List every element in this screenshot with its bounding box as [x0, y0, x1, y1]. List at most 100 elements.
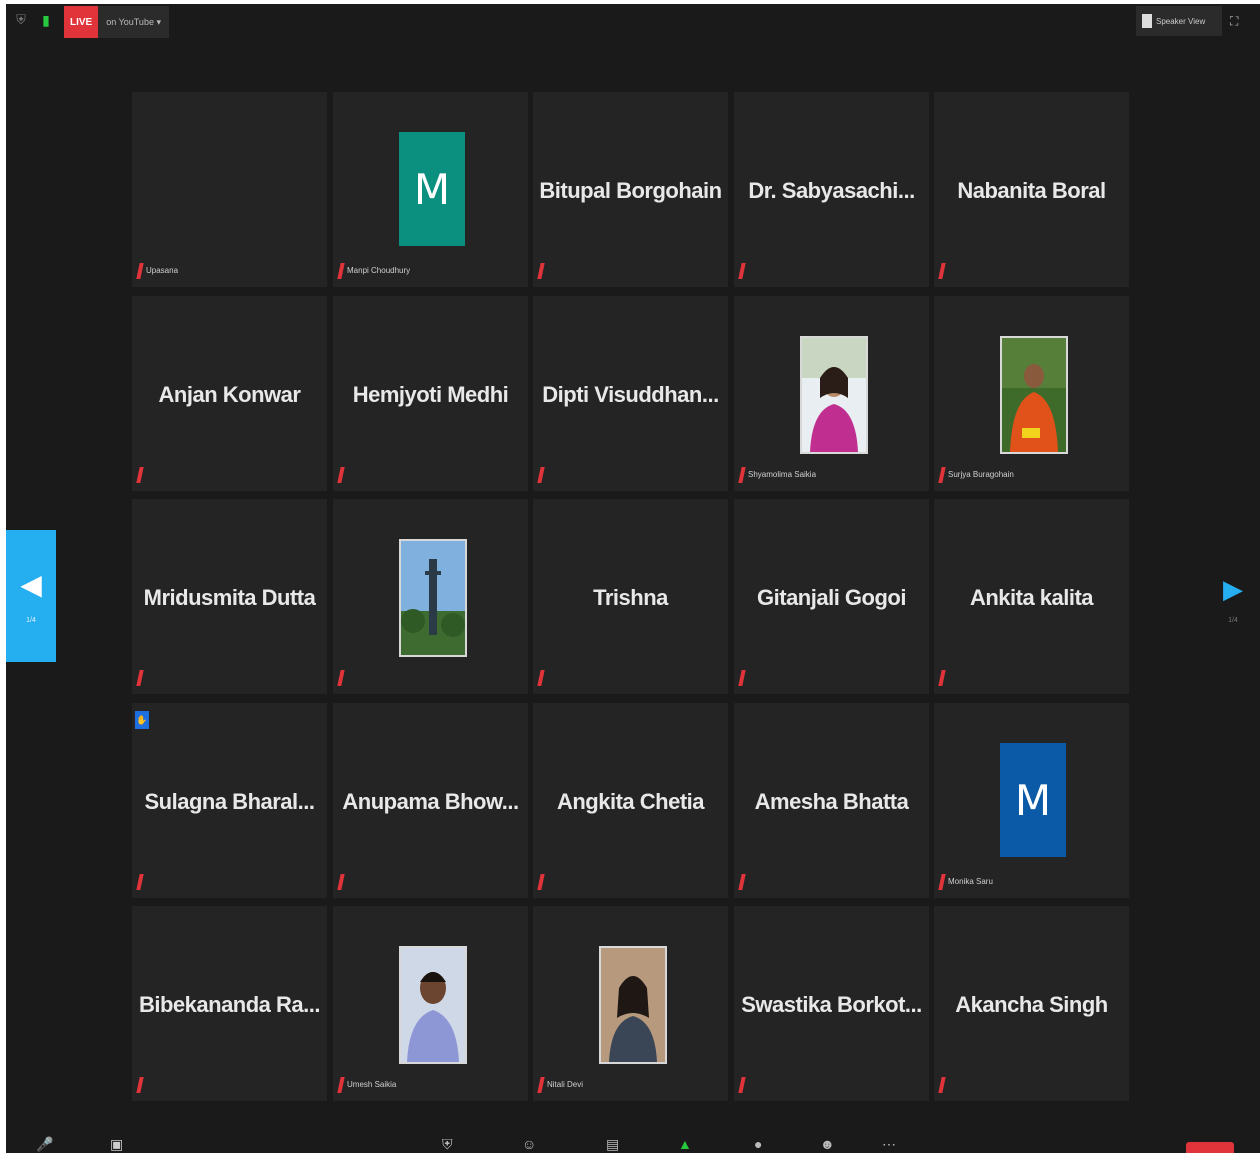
- participant-tile[interactable]: M Manpi Choudhury: [333, 92, 528, 287]
- previous-page-indicator: 1/4: [26, 617, 36, 624]
- participant-name: Bitupal Borgohain: [539, 178, 722, 203]
- top-bar: ⛨ ▮ LIVE on YouTube ▾ Speaker View ⛶: [6, 4, 1260, 42]
- live-stream-indicator[interactable]: LIVE on YouTube ▾: [64, 6, 169, 38]
- chat-icon[interactable]: ▤: [606, 1136, 619, 1153]
- avatar: M: [1000, 743, 1066, 857]
- participant-name: Sulagna Bharal...: [144, 789, 316, 814]
- speaker-view-button[interactable]: Speaker View: [1136, 6, 1222, 36]
- participant-tile[interactable]: Hemjyoti Medhi: [333, 296, 528, 491]
- muted-microphone-icon: [136, 467, 144, 483]
- participant-tile[interactable]: Swastika Borkot...: [734, 906, 929, 1101]
- reactions-icon[interactable]: ☻: [820, 1136, 835, 1152]
- connection-status-icon[interactable]: ▮: [38, 10, 54, 30]
- participant-name: Hemjyoti Medhi: [352, 382, 509, 407]
- participant-name: Ankita kalita: [969, 585, 1094, 610]
- security-icon[interactable]: ⛨: [442, 1136, 453, 1153]
- muted-microphone-icon: [537, 1077, 545, 1093]
- participant-name: Nabanita Boral: [957, 178, 1106, 203]
- profile-photo: [399, 946, 467, 1064]
- muted-microphone-icon: [938, 670, 946, 686]
- muted-microphone-icon: [738, 874, 746, 890]
- gallery-grid: Upasana M Manpi Choudhury Bitupal Borgohain…: [132, 92, 1130, 1102]
- participant-tile[interactable]: Shyamolima Saikia: [734, 296, 929, 491]
- participant-tile[interactable]: Surjya Buragohain: [934, 296, 1129, 491]
- raised-hand-icon: ✋: [135, 711, 149, 729]
- chevron-right-icon: ▶: [1223, 574, 1243, 604]
- video-camera-icon[interactable]: ▣: [110, 1136, 123, 1153]
- previous-page-button[interactable]: ◀ 1/4: [6, 530, 56, 662]
- muted-microphone-icon: [738, 467, 746, 483]
- muted-microphone-icon: [337, 1077, 345, 1093]
- participant-name: Angkita Chetia: [556, 789, 705, 814]
- participant-name: Dipti Visuddhan...: [542, 382, 719, 407]
- muted-microphone-icon: [938, 1077, 946, 1093]
- participants-icon[interactable]: ☺: [522, 1136, 536, 1152]
- participant-tile[interactable]: Bibekananda Ra...: [132, 906, 327, 1101]
- muted-microphone-icon: [938, 874, 946, 890]
- muted-microphone-icon: [537, 467, 545, 483]
- muted-microphone-icon: [738, 1077, 746, 1093]
- participant-name: Dr. Sabyasachi...: [748, 178, 915, 203]
- participant-name: Trishna: [593, 585, 668, 610]
- chevron-left-icon: ◀: [20, 569, 42, 600]
- avatar: M: [399, 132, 465, 246]
- end-meeting-button[interactable]: [1186, 1142, 1234, 1153]
- participant-tile[interactable]: Bitupal Borgohain: [533, 92, 728, 287]
- live-badge: LIVE: [64, 6, 99, 38]
- speaker-view-label: Speaker View: [1156, 16, 1206, 26]
- muted-microphone-icon: [136, 670, 144, 686]
- zoom-meeting-window: ⛨ ▮ LIVE on YouTube ▾ Speaker View ⛶ ◀ 1…: [6, 4, 1260, 1153]
- participant-tile[interactable]: Umesh Saikia: [333, 906, 528, 1101]
- participant-tile[interactable]: [333, 499, 528, 694]
- participant-name: Bibekananda Ra...: [138, 992, 321, 1017]
- participant-tile[interactable]: Sulagna Bharal... ✋: [132, 703, 327, 898]
- fullscreen-icon[interactable]: ⛶: [1230, 14, 1244, 28]
- muted-microphone-icon: [738, 670, 746, 686]
- muted-microphone-icon: [136, 1077, 144, 1093]
- participant-tile[interactable]: Trishna: [533, 499, 728, 694]
- mute-microphone-icon[interactable]: 🎤: [36, 1136, 53, 1153]
- participant-label: Upasana: [146, 266, 179, 275]
- participant-label: Monika Saru: [948, 877, 993, 886]
- participant-name: Anupama Bhow...: [342, 789, 519, 814]
- participant-tile[interactable]: Anupama Bhow...: [333, 703, 528, 898]
- muted-microphone-icon: [537, 874, 545, 890]
- muted-microphone-icon: [938, 263, 946, 279]
- participant-tile[interactable]: Nitali Devi: [533, 906, 728, 1101]
- live-stream-label: on YouTube ▾: [106, 16, 161, 27]
- shield-icon[interactable]: ⛨: [14, 12, 28, 28]
- muted-microphone-icon: [337, 263, 345, 279]
- participant-tile[interactable]: Upasana: [132, 92, 327, 287]
- muted-microphone-icon: [136, 263, 144, 279]
- next-page-button[interactable]: ▶ 1/4: [1218, 574, 1248, 654]
- participant-tile[interactable]: M Monika Saru: [934, 703, 1129, 898]
- participant-name: Amesha Bhatta: [754, 789, 909, 814]
- participant-label: Shyamolima Saikia: [748, 470, 817, 479]
- record-icon[interactable]: ●: [754, 1136, 762, 1152]
- participant-tile[interactable]: Angkita Chetia: [533, 703, 728, 898]
- share-screen-icon[interactable]: ▲: [678, 1136, 692, 1152]
- participant-tile[interactable]: Dipti Visuddhan...: [533, 296, 728, 491]
- bottom-toolbar: 🎤 ▣ ⛨ ☺ ▤ ▲ ● ☻ ⋯: [6, 1134, 1260, 1153]
- participant-tile[interactable]: Nabanita Boral: [934, 92, 1129, 287]
- muted-microphone-icon: [136, 874, 144, 890]
- more-icon[interactable]: ⋯: [882, 1136, 896, 1153]
- participant-label: Nitali Devi: [547, 1080, 584, 1089]
- muted-microphone-icon: [337, 670, 345, 686]
- profile-photo: [599, 946, 667, 1064]
- participant-name: Mridusmita Dutta: [143, 585, 316, 610]
- participant-tile[interactable]: Mridusmita Dutta: [132, 499, 327, 694]
- participant-tile[interactable]: Anjan Konwar: [132, 296, 327, 491]
- participant-tile[interactable]: Gitanjali Gogoi: [734, 499, 929, 694]
- participant-tile[interactable]: Amesha Bhatta: [734, 703, 929, 898]
- profile-photo: [1000, 336, 1068, 454]
- participant-name: Anjan Konwar: [158, 382, 301, 407]
- participant-tile[interactable]: Ankita kalita: [934, 499, 1129, 694]
- participant-name: Akancha Singh: [955, 992, 1108, 1017]
- participant-tile[interactable]: Dr. Sabyasachi...: [734, 92, 929, 287]
- speaker-view-icon: [1142, 14, 1152, 28]
- participant-label: Manpi Choudhury: [347, 266, 411, 275]
- muted-microphone-icon: [938, 467, 946, 483]
- participant-tile[interactable]: Akancha Singh: [934, 906, 1129, 1101]
- profile-photo: [800, 336, 868, 454]
